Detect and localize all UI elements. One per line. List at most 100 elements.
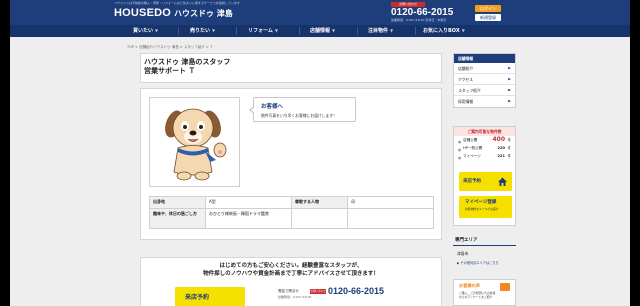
- sidebar-item-staff[interactable]: スタッフ紹介 ▶: [454, 85, 515, 96]
- mypage-subtitle: 新着物件をメールでお届け: [465, 207, 499, 211]
- table-cell-empty: [291, 208, 348, 229]
- phone-badge: お問い合わせ: [310, 289, 326, 294]
- sidebar-item-label: アクセス: [458, 77, 473, 82]
- customer-voice-banner[interactable]: お客様の声 ご購入、ご売却頂いたお客様 からのアンケートをご紹介: [453, 279, 516, 306]
- chevron-right-icon: ▶: [508, 99, 511, 103]
- site-header: ハウスドゥは不動産の購入・売却・リフォームなど住まいに関するサービスを提供してい…: [10, 0, 630, 25]
- count-value: 220: [497, 146, 505, 150]
- sidebar-item-store-intro[interactable]: 店舗紹介 ▶: [454, 63, 515, 74]
- count-row: ● HP一般公開 220 件: [454, 144, 515, 152]
- count-row: ● 店舗公開 400 件: [454, 136, 515, 144]
- table-row: 趣味や、休日の過ごし方 おひとり様映画・韓国ドラマ鑑賞: [149, 208, 434, 229]
- store-name: ハウスドゥ 津島: [174, 9, 233, 18]
- chevron-down-icon: ▼: [155, 28, 159, 33]
- header-phone[interactable]: 0120-66-2015: [391, 7, 453, 18]
- divider: [453, 245, 516, 246]
- nav-sell[interactable]: 売りたい ▼: [190, 25, 215, 37]
- login-button[interactable]: ログイン: [475, 5, 501, 12]
- table-cell: 母: [347, 196, 434, 209]
- nav-featured[interactable]: 注目物件 ▼: [368, 25, 393, 37]
- page-title: ハウスドゥ 津島のスタッフ 営業サポート Ｔ: [144, 58, 444, 76]
- count-value: 221: [497, 154, 505, 158]
- nav-divider: [299, 27, 300, 35]
- speech-bubble: お客様へ 物件写真をいち早くお客様にお届けします！: [249, 97, 356, 122]
- header-hours: 営業時間：9:00〜18:00 定休日：水曜日: [391, 18, 447, 22]
- sidebar-item-label: 店舗紹介: [458, 66, 474, 71]
- area-name: 津島市: [457, 251, 469, 256]
- sidebar-item-label: スタッフ紹介: [458, 88, 481, 93]
- button-label: 来店予約: [463, 179, 481, 184]
- nav-favorites[interactable]: お気に入りBOX ▼: [423, 25, 465, 37]
- page: ハウスドゥは不動産の購入・売却・リフォームなど住まいに関するサービスを提供してい…: [10, 0, 630, 306]
- title-line-2: 営業サポート Ｔ: [144, 67, 196, 75]
- table-header-cell: 出身地: [149, 196, 206, 209]
- mypage-register-button[interactable]: マイページ登録 新着物件をメールでお届け: [459, 196, 512, 218]
- nav-label: お気に入りBOX: [423, 28, 460, 34]
- chevron-down-icon: ▼: [390, 28, 394, 33]
- table-header-cell: 趣味や、休日の過ごし方: [149, 208, 206, 229]
- nav-buy[interactable]: 買いたい ▼: [133, 25, 158, 37]
- profile-table: 出身地 A型 尊敬する人物 母 趣味や、休日の過ごし方 おひとり様映画・韓国ドラ…: [149, 196, 434, 229]
- sidebar-visit-button[interactable]: 来店予約: [459, 172, 512, 191]
- register-button[interactable]: 新規登録: [475, 14, 501, 21]
- phone-inquiry-label: 電話で問合せ: [278, 289, 299, 293]
- count-unit: 件: [507, 146, 511, 150]
- chevron-down-icon: ▼: [212, 28, 216, 33]
- chevron-down-icon: ▼: [332, 28, 336, 33]
- breadcrumb[interactable]: TOP > 店舗紹介ハウスドゥ 津島 > スタッフ紹介 > T: [127, 45, 212, 50]
- customer-voice-text: ご購入、ご売却頂いたお客様 からのアンケートをご紹介: [459, 291, 495, 299]
- count-label: マイページ: [463, 154, 481, 158]
- store-menu-title: 店舗情報: [454, 54, 515, 63]
- count-value: 400: [492, 136, 505, 143]
- table-cell-empty: [347, 208, 434, 229]
- table-cell: おひとり様映画・韓国ドラマ鑑賞: [205, 208, 292, 229]
- count-label: 店舗公開: [463, 138, 478, 142]
- nav-label: 売りたい: [190, 28, 211, 34]
- count-label: HP一般公開: [463, 146, 483, 150]
- speech-title: お客様へ: [261, 104, 284, 110]
- title-line-1: ハウスドゥ 津島のスタッフ: [144, 58, 231, 66]
- chat-icon: [500, 283, 510, 291]
- sidebar-item-recruit[interactable]: 採用情報 ▶: [454, 96, 515, 107]
- chevron-down-icon: ▼: [274, 28, 278, 33]
- table-header-cell: 尊敬する人物: [291, 196, 348, 209]
- table-cell: A型: [205, 196, 292, 209]
- customer-voice-line-2: からのアンケートをご紹介: [459, 295, 493, 299]
- nav-label: リフォーム: [248, 28, 273, 34]
- property-count-title: ご案内可能な物件数: [454, 127, 515, 136]
- speech-text: 物件写真をいち早くお客様にお届けします！: [261, 113, 337, 118]
- phone-hours: 営業時間：9:00〜18:00: [278, 295, 312, 299]
- nav-divider: [178, 27, 179, 35]
- nav-label: 店舗情報: [310, 28, 331, 34]
- nav-label: 注目物件: [368, 28, 389, 34]
- nav-divider: [415, 27, 416, 35]
- count-unit: 件: [507, 154, 511, 158]
- nav-store[interactable]: 店舗情報 ▼: [310, 25, 335, 37]
- table-row: 出身地 A型 尊敬する人物 母: [149, 196, 434, 209]
- dog-mascot-icon: [165, 108, 227, 181]
- visit-reservation-button[interactable]: 来店予約: [175, 287, 245, 306]
- chevron-right-icon: ▶: [508, 66, 511, 70]
- sidebar-item-access[interactable]: アクセス ▶: [454, 74, 515, 85]
- nav-label: 買いたい: [133, 28, 154, 34]
- count-row: ● マイページ 221 件: [454, 152, 515, 160]
- count-unit: 件: [507, 138, 511, 142]
- nav-divider: [236, 27, 237, 35]
- nav-reform[interactable]: リフォーム ▼: [248, 25, 278, 37]
- site-logo[interactable]: HOUSEDO: [114, 7, 171, 19]
- chevron-right-icon: ▶: [508, 77, 511, 81]
- nav-divider: [357, 27, 358, 35]
- bullet-icon: ●: [458, 156, 462, 160]
- other-area-link[interactable]: ▶ その他対応エリアはこちら: [457, 260, 499, 265]
- promo-phone[interactable]: 0120-66-2015: [328, 286, 384, 296]
- store-menu: 店舗情報 店舗紹介 ▶ アクセス ▶ スタッフ紹介 ▶ 採用情報 ▶: [453, 53, 516, 108]
- main-nav: 買いたい ▼ 売りたい ▼ リフォーム ▼ 店舗情報 ▼ 注目物件 ▼ お気に入りBOX ▼: [10, 25, 630, 37]
- house-icon: [498, 177, 507, 186]
- sidebar-item-label: 採用情報: [458, 99, 474, 104]
- staff-photo: [149, 97, 240, 187]
- logo-text: HOUSEDO: [114, 7, 172, 19]
- property-count-box: ご案内可能な物件数 ● 店舗公開 400 件 ● HP一般公開 220 件 ● マイページ 22…: [453, 126, 516, 226]
- chevron-right-icon: ▶: [508, 88, 511, 92]
- customer-voice-title: お客様の声: [459, 283, 480, 288]
- promo-line-1: はじめての方もご安心ください。経験豊富なスタッフが、: [219, 263, 363, 269]
